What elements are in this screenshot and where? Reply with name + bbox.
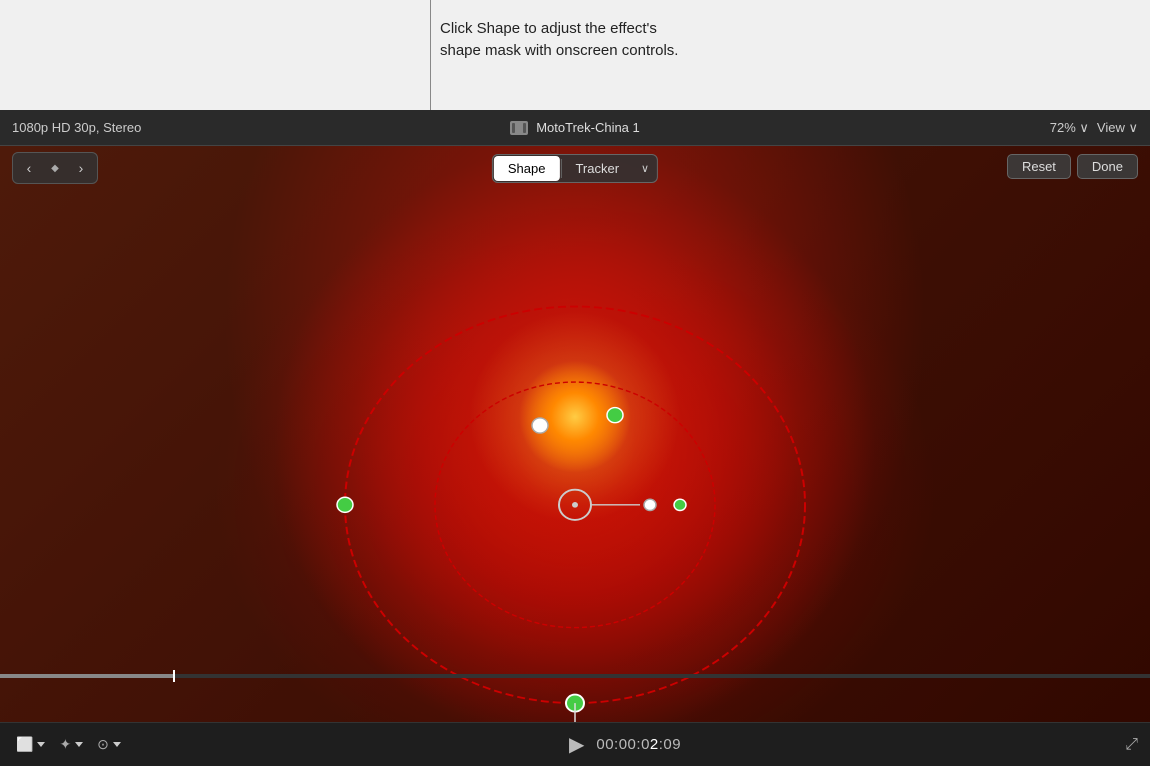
video-player: 1080p HD 30p, Stereo MotoTrek-China 1 72… xyxy=(0,110,1150,766)
shape-label: Shape xyxy=(508,161,546,176)
tooltip-area: Click Shape to adjust the effect's shape… xyxy=(0,0,1150,110)
fullscreen-button[interactable]: ⤢ xyxy=(1125,736,1138,754)
speed-icon: ⊙ xyxy=(97,736,109,753)
tracker-chevron-button[interactable]: ∨ xyxy=(633,155,657,182)
video-format: 1080p HD 30p, Stereo xyxy=(12,120,141,135)
zoom-level: 72% ∨ xyxy=(1050,120,1089,136)
nav-keyframe-button[interactable]: ◆ xyxy=(43,156,67,180)
tooltip-line2: shape mask with onscreen controls. xyxy=(440,42,678,59)
tooltip-connector-line xyxy=(430,0,431,110)
control-point-left xyxy=(337,497,353,512)
control-point-radius-right xyxy=(644,499,656,510)
top-bar-right: 72% ∨ View ∨ xyxy=(763,120,1138,136)
crop-chevron-icon xyxy=(37,742,45,747)
keyframe-icon: ◆ xyxy=(51,163,59,174)
tooltip-line1: Click Shape to adjust the effect's xyxy=(440,20,657,37)
wand-chevron-icon xyxy=(75,742,83,747)
reset-label: Reset xyxy=(1022,159,1056,174)
clip-info: MotoTrek-China 1 xyxy=(387,120,762,135)
fullscreen-icon: ⤢ xyxy=(1125,736,1138,753)
center-dot xyxy=(572,502,578,508)
top-bar: 1080p HD 30p, Stereo MotoTrek-China 1 72… xyxy=(0,110,1150,146)
chevron-down-icon: ∨ xyxy=(641,163,649,175)
nav-next-button[interactable]: › xyxy=(69,156,93,180)
play-icon: ▶ xyxy=(569,734,584,756)
viewer-toolbar: ‹ ◆ › Shape Tracker ∨ xyxy=(0,146,1150,190)
control-point-rotate xyxy=(532,418,548,433)
nav-next-icon: › xyxy=(79,160,84,176)
timecode-suffix: :09 xyxy=(659,736,681,753)
film-icon xyxy=(510,121,528,135)
reset-button[interactable]: Reset xyxy=(1007,154,1071,179)
magic-wand-button[interactable]: ✦ xyxy=(55,734,87,755)
nav-group: ‹ ◆ › xyxy=(12,152,98,184)
speed-button[interactable]: ⊙ xyxy=(93,734,125,755)
view-button[interactable]: View ∨ xyxy=(1097,120,1138,136)
done-label: Done xyxy=(1092,159,1123,174)
transport-center: ▶ 00:00:02:09 xyxy=(125,732,1125,757)
control-point-top xyxy=(607,408,623,423)
tracker-label: Tracker xyxy=(575,161,619,176)
scrubber[interactable] xyxy=(0,674,1150,678)
timecode-prefix: 00:00:0 xyxy=(596,736,650,753)
shape-button[interactable]: Shape xyxy=(494,156,560,181)
tooltip-text: Click Shape to adjust the effect's shape… xyxy=(440,18,678,62)
scrubber-fill xyxy=(0,674,173,678)
nav-prev-icon: ‹ xyxy=(27,160,32,176)
play-button[interactable]: ▶ xyxy=(569,732,584,757)
timecode-current: 2 xyxy=(650,736,659,753)
zoom-button[interactable]: 72% ∨ xyxy=(1050,120,1089,136)
transport-right: ⤢ xyxy=(1125,736,1138,754)
control-point-outer-right xyxy=(674,499,686,510)
shape-tracker-group: Shape Tracker ∨ xyxy=(492,154,658,183)
magic-wand-icon: ✦ xyxy=(59,736,71,753)
transport-tools: ⬜ ✦ ⊙ xyxy=(12,734,125,755)
view-label: View ∨ xyxy=(1097,120,1138,136)
speed-chevron-icon xyxy=(113,742,121,747)
shape-mask-overlay xyxy=(0,146,1150,722)
timecode-display: 00:00:02:09 xyxy=(596,736,681,753)
transport-bar: ⬜ ✦ ⊙ ▶ 00:00:02:09 ⤢ xyxy=(0,722,1150,766)
crop-icon: ⬜ xyxy=(16,736,33,753)
tracker-button[interactable]: Tracker xyxy=(561,155,633,182)
nav-prev-button[interactable]: ‹ xyxy=(17,156,41,180)
done-button[interactable]: Done xyxy=(1077,154,1138,179)
viewer: ‹ ◆ › Shape Tracker ∨ xyxy=(0,146,1150,722)
scrubber-playhead xyxy=(173,670,175,682)
action-buttons: Reset Done xyxy=(1007,154,1138,179)
format-label: 1080p HD 30p, Stereo xyxy=(12,120,387,135)
clip-title: MotoTrek-China 1 xyxy=(536,120,640,135)
crop-tool-button[interactable]: ⬜ xyxy=(12,734,49,755)
